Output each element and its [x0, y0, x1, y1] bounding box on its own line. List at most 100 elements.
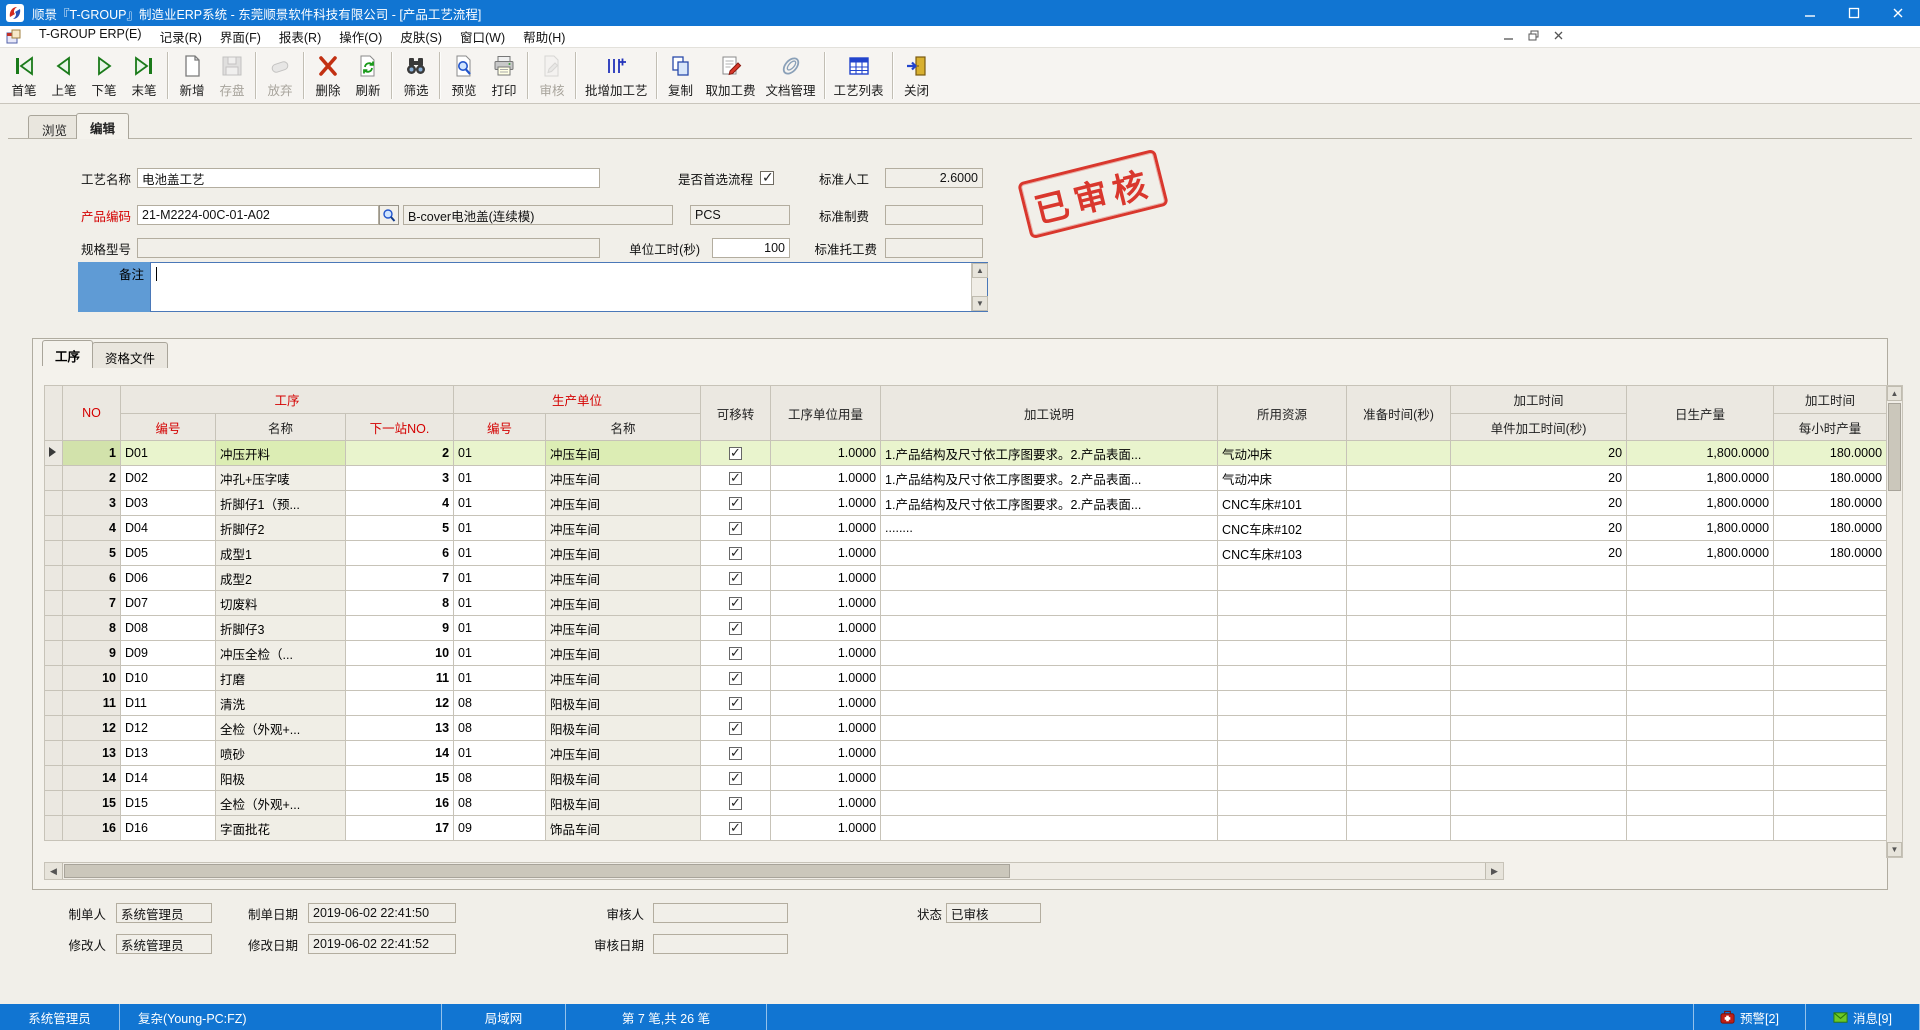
cell-no[interactable]: 3: [63, 491, 121, 516]
row-marker[interactable]: [45, 641, 63, 666]
movable-checkbox[interactable]: [729, 522, 742, 535]
row-marker[interactable]: [45, 691, 63, 716]
movable-checkbox[interactable]: [729, 747, 742, 760]
cell-hourly-output[interactable]: 180.0000: [1774, 516, 1887, 541]
cell-movable[interactable]: [701, 541, 771, 566]
cell-unit-proc-time[interactable]: [1451, 591, 1627, 616]
cell-process-code[interactable]: D15: [121, 791, 216, 816]
status-field[interactable]: [946, 903, 1041, 923]
cell-no[interactable]: 16: [63, 816, 121, 841]
grid-row[interactable]: 2D02冲孔+压字唛301冲压车间1.00001.产品结构及尺寸依工序图要求。2…: [45, 466, 1887, 491]
std-mfg-input[interactable]: [885, 205, 983, 225]
cell-daily-output[interactable]: [1627, 591, 1774, 616]
movable-checkbox[interactable]: [729, 722, 742, 735]
cell-resource[interactable]: [1218, 716, 1347, 741]
cell-no[interactable]: 10: [63, 666, 121, 691]
cell-usage[interactable]: 1.0000: [771, 641, 881, 666]
cell-usage[interactable]: 1.0000: [771, 766, 881, 791]
cell-resource[interactable]: 气动冲床: [1218, 441, 1347, 466]
grid-row[interactable]: 3D03折脚仔1（预...401冲压车间1.00001.产品结构及尺寸依工序图要…: [45, 491, 1887, 516]
cell-process-code[interactable]: D06: [121, 566, 216, 591]
cell-unit-proc-time[interactable]: [1451, 791, 1627, 816]
product-lookup-button[interactable]: [379, 205, 399, 225]
cell-movable[interactable]: [701, 641, 771, 666]
cell-unit-name[interactable]: 冲压车间: [546, 516, 701, 541]
std-outsource-input[interactable]: [885, 238, 983, 258]
statusbar-message[interactable]: 消息[9]: [1806, 1004, 1920, 1030]
row-marker[interactable]: [45, 716, 63, 741]
mdi-restore-icon[interactable]: [1526, 28, 1541, 43]
cell-resource[interactable]: [1218, 816, 1347, 841]
cell-daily-output[interactable]: [1627, 666, 1774, 691]
cell-unit-name[interactable]: 冲压车间: [546, 566, 701, 591]
cell-no[interactable]: 11: [63, 691, 121, 716]
cell-instruction[interactable]: [881, 616, 1218, 641]
cell-daily-output[interactable]: [1627, 641, 1774, 666]
cell-unit-code[interactable]: 01: [454, 466, 546, 491]
cell-resource[interactable]: [1218, 641, 1347, 666]
col-process-name[interactable]: 名称: [216, 414, 346, 441]
cell-next-no[interactable]: 12: [346, 691, 454, 716]
cell-prep-time[interactable]: [1347, 441, 1451, 466]
cell-process-code[interactable]: D09: [121, 641, 216, 666]
cell-hourly-output[interactable]: 180.0000: [1774, 441, 1887, 466]
toolbar-button-batch-add[interactable]: 批增加工艺: [580, 48, 653, 103]
cell-movable[interactable]: [701, 566, 771, 591]
row-marker[interactable]: [45, 816, 63, 841]
cell-no[interactable]: 2: [63, 466, 121, 491]
cell-process-code[interactable]: D16: [121, 816, 216, 841]
row-marker[interactable]: [45, 616, 63, 641]
cell-instruction[interactable]: [881, 816, 1218, 841]
grid-horizontal-scrollbar[interactable]: ◀ ▶: [44, 862, 1504, 880]
menu-item[interactable]: T-GROUP ERP(E): [30, 25, 151, 48]
cell-resource[interactable]: 气动冲床: [1218, 466, 1347, 491]
movable-checkbox[interactable]: [729, 622, 742, 635]
cell-instruction[interactable]: [881, 716, 1218, 741]
cell-next-no[interactable]: 6: [346, 541, 454, 566]
cell-prep-time[interactable]: [1347, 641, 1451, 666]
movable-checkbox[interactable]: [729, 672, 742, 685]
movable-checkbox[interactable]: [729, 772, 742, 785]
col-hourly-output[interactable]: 每小时产量: [1774, 414, 1887, 441]
cell-unit-code[interactable]: 08: [454, 791, 546, 816]
cell-unit-code[interactable]: 01: [454, 441, 546, 466]
row-marker[interactable]: [45, 541, 63, 566]
cell-usage[interactable]: 1.0000: [771, 591, 881, 616]
row-marker[interactable]: [45, 516, 63, 541]
row-marker[interactable]: [45, 491, 63, 516]
cell-usage[interactable]: 1.0000: [771, 466, 881, 491]
cell-prep-time[interactable]: [1347, 491, 1451, 516]
grid-row[interactable]: 7D07切废料801冲压车间1.0000: [45, 591, 1887, 616]
toolbar-button-nav-first[interactable]: 首笔: [4, 48, 44, 103]
std-labor-input[interactable]: [885, 168, 983, 188]
grid-row[interactable]: 4D04折脚仔2501冲压车间1.0000........CNC车床#10220…: [45, 516, 1887, 541]
cell-movable[interactable]: [701, 816, 771, 841]
row-marker[interactable]: [45, 591, 63, 616]
cell-usage[interactable]: 1.0000: [771, 541, 881, 566]
cell-process-code[interactable]: D01: [121, 441, 216, 466]
col-unit-name[interactable]: 名称: [546, 414, 701, 441]
cell-process-name[interactable]: 折脚仔2: [216, 516, 346, 541]
cell-hourly-output[interactable]: [1774, 816, 1887, 841]
scroll-up-icon[interactable]: ▲: [1887, 386, 1902, 401]
cell-daily-output[interactable]: 1,800.0000: [1627, 441, 1774, 466]
cell-no[interactable]: 13: [63, 741, 121, 766]
cell-next-no[interactable]: 4: [346, 491, 454, 516]
cell-unit-name[interactable]: 阳极车间: [546, 791, 701, 816]
grid-row[interactable]: 8D08折脚仔3901冲压车间1.0000: [45, 616, 1887, 641]
toolbar-button-print[interactable]: 打印: [484, 48, 524, 103]
grid-row[interactable]: 10D10打磨1101冲压车间1.0000: [45, 666, 1887, 691]
toolbar-button-refresh[interactable]: 刷新: [348, 48, 388, 103]
cell-prep-time[interactable]: [1347, 616, 1451, 641]
make-date-field[interactable]: [308, 903, 456, 923]
cell-daily-output[interactable]: [1627, 616, 1774, 641]
cell-process-name[interactable]: 成型1: [216, 541, 346, 566]
movable-checkbox[interactable]: [729, 697, 742, 710]
menu-item[interactable]: 皮肤(S): [391, 25, 451, 48]
cell-unit-code[interactable]: 01: [454, 491, 546, 516]
row-marker[interactable]: [45, 466, 63, 491]
cell-unit-proc-time[interactable]: [1451, 641, 1627, 666]
cell-process-name[interactable]: 清洗: [216, 691, 346, 716]
menu-item[interactable]: 窗口(W): [451, 25, 514, 48]
cell-movable[interactable]: [701, 666, 771, 691]
